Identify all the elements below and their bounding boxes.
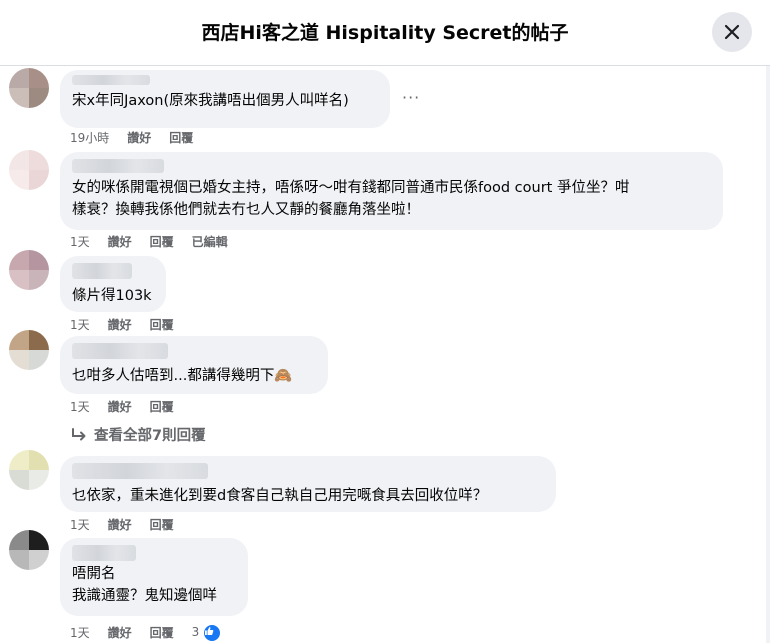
like-button[interactable]: 讚好 (108, 516, 132, 533)
author-name-redacted[interactable] (72, 545, 136, 561)
scrollbar[interactable] (766, 66, 770, 643)
comment-actions: 1天 讚好 回覆 (70, 316, 174, 333)
author-name-redacted[interactable] (72, 343, 168, 359)
like-button[interactable]: 讚好 (108, 624, 132, 642)
reaction-count: 3 (191, 625, 200, 639)
timestamp[interactable]: 1天 (70, 516, 90, 533)
author-name-redacted[interactable] (72, 75, 150, 85)
comment-actions: 1天 讚好 回覆 3 (70, 624, 222, 642)
comment-actions: 1天 讚好 回覆 (70, 398, 174, 415)
view-replies-label[interactable]: 查看全部7則回覆 (94, 424, 206, 445)
comment-text: 女的咪係開電視個已婚女主持，唔係呀～咁有錢都同普通市民係food court 爭… (72, 180, 630, 218)
timestamp[interactable]: 19小時 (70, 129, 109, 146)
avatar[interactable] (9, 250, 49, 290)
like-button[interactable]: 讚好 (108, 233, 132, 250)
avatar[interactable] (9, 450, 49, 490)
like-button[interactable]: 讚好 (108, 398, 132, 415)
comment-bubble: 條片得103k (60, 256, 166, 312)
author-name-redacted[interactable] (72, 463, 208, 479)
close-button[interactable] (712, 12, 752, 52)
reaction-summary[interactable]: 3 (191, 624, 222, 642)
timestamp[interactable]: 1天 (70, 316, 90, 333)
close-icon (724, 24, 740, 40)
avatar[interactable] (9, 330, 49, 370)
comment-actions: 19小時 讚好 回覆 (70, 129, 193, 146)
timestamp[interactable]: 1天 (70, 624, 90, 642)
reply-button[interactable]: 回覆 (150, 398, 174, 415)
comment-text: 條片得103k (72, 288, 152, 304)
avatar[interactable] (9, 68, 49, 108)
like-button[interactable]: 讚好 (108, 316, 132, 333)
avatar[interactable] (9, 150, 49, 190)
comment-text: 唔開名 我識通靈？鬼知邊個咩 (72, 566, 217, 604)
post-header: 西店Hi客之道 Hispitality Secret的帖子 (0, 0, 770, 66)
reply-button[interactable]: 回覆 (150, 316, 174, 333)
comment-bubble: 宋x年同Jaxon(原來我講唔出個男人叫咩名) (60, 70, 390, 128)
reply-arrow-icon (72, 427, 86, 440)
more-options-icon[interactable]: ··· (402, 88, 420, 107)
comment-bubble: 乜依家，重未進化到要d食客自己執自己用完嘅食具去回收位咩？ (60, 456, 556, 512)
comment-text: 乜咁多人估唔到...都講得幾明下🙈 (72, 368, 293, 384)
avatar[interactable] (9, 530, 49, 570)
edited-label[interactable]: 已編輯 (192, 233, 228, 250)
comment-text: 宋x年同Jaxon(原來我講唔出個男人叫咩名) (72, 93, 349, 109)
comment-bubble: 乜咁多人估唔到...都講得幾明下🙈 (60, 336, 328, 394)
like-button[interactable]: 讚好 (127, 129, 151, 146)
comment-bubble: 唔開名 我識通靈？鬼知邊個咩 (60, 538, 248, 616)
thumbs-up-icon (203, 624, 222, 642)
reply-button[interactable]: 回覆 (150, 516, 174, 533)
comment-actions: 1天 讚好 回覆 (70, 516, 174, 533)
author-name-redacted[interactable] (72, 159, 164, 173)
timestamp[interactable]: 1天 (70, 233, 90, 250)
timestamp[interactable]: 1天 (70, 398, 90, 415)
comment-bubble: 女的咪係開電視個已婚女主持，唔係呀～咁有錢都同普通市民係food court 爭… (60, 152, 723, 230)
comment-actions: 1天 讚好 回覆 已編輯 (70, 233, 228, 250)
reply-button[interactable]: 回覆 (169, 129, 193, 146)
comment-text: 乜依家，重未進化到要d食客自己執自己用完嘅食具去回收位咩？ (72, 488, 488, 504)
view-all-replies-link[interactable]: 查看全部7則回覆 (70, 424, 206, 445)
author-name-redacted[interactable] (72, 263, 132, 279)
post-title: 西店Hi客之道 Hispitality Secret的帖子 (201, 22, 569, 44)
reply-button[interactable]: 回覆 (150, 233, 174, 250)
reply-button[interactable]: 回覆 (150, 624, 174, 642)
